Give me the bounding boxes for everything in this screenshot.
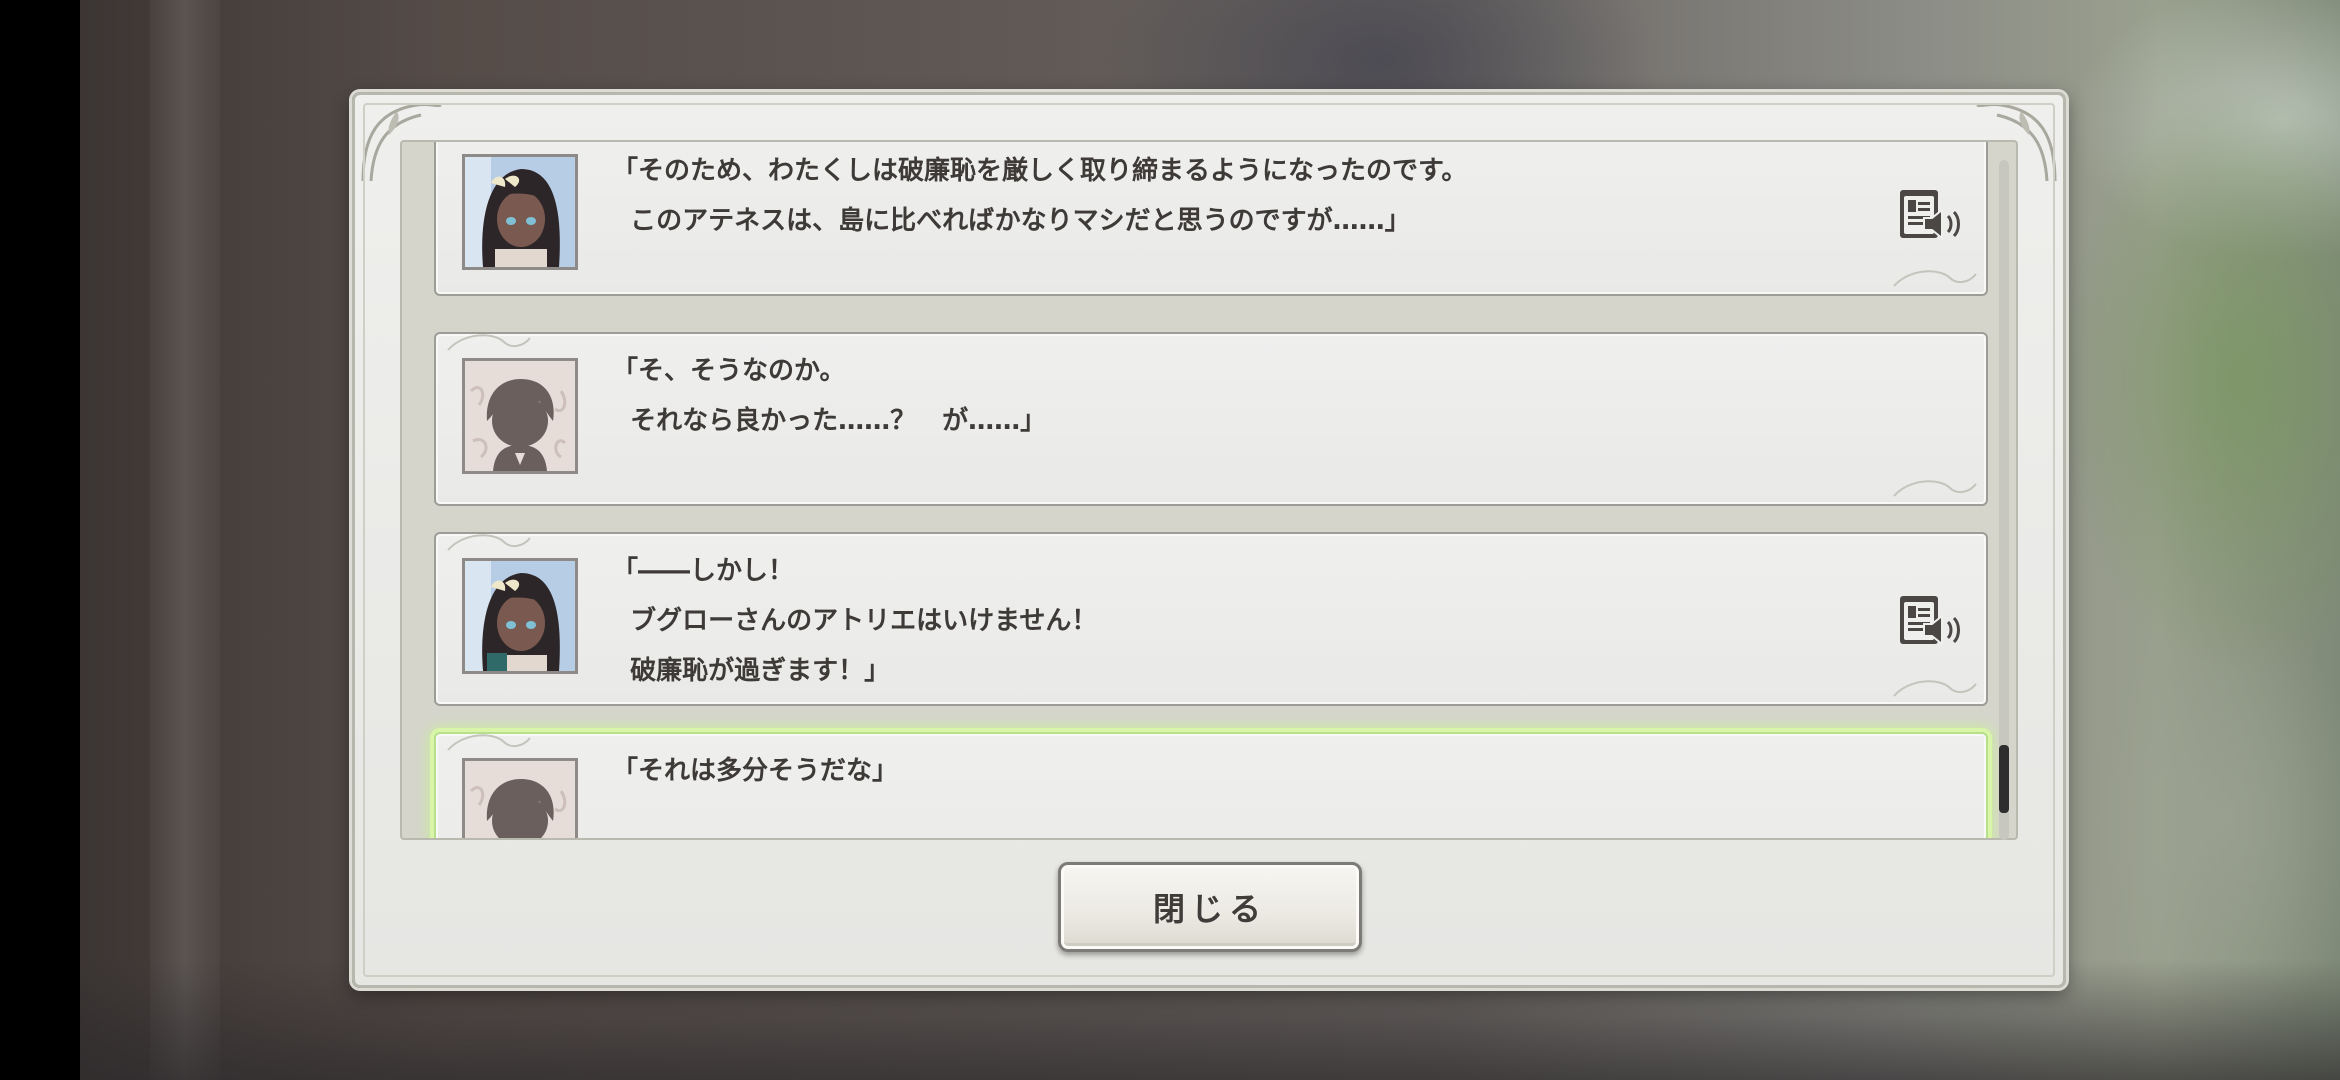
scrollbar-thumb[interactable] [1999,745,2009,813]
backlog-scrollbar[interactable] [1999,160,2009,840]
entry-line: 「そ、そうなのか。 [612,356,846,386]
entry-line: このアテネスは、島に比べればかなりマシだと思うのですが……」 [612,206,1411,236]
voice-replay-icon[interactable] [1896,592,1962,650]
backlog-entry-current[interactable]: 「それは多分そうだな」 [434,732,1988,838]
entry-text: 「――しかし！ ブグローさんのアトリエはいけません！ 破廉恥が過ぎます！」 [612,546,1786,696]
entry-flourish [1893,270,1977,287]
protagonist-silhouette-portrait [462,758,578,838]
entry-line: 「――しかし！ [612,556,795,586]
backlog-entry[interactable]: 「――しかし！ ブグローさんのアトリエはいけません！ 破廉恥が過ぎます！」 [434,532,1988,706]
heroine-portrait [462,558,578,674]
voice-replay-icon[interactable] [1896,186,1962,244]
entry-text: 「そのため、わたくしは破廉恥を厳しく取り締まるようになったのです。 このアテネス… [612,146,1786,246]
letterbox [0,0,80,1080]
close-button-label: 閉じる [1152,890,1267,928]
background-pillar [150,0,220,1080]
entry-flourish [447,534,531,551]
entry-text: 「それは多分そうだな」 [612,746,1786,796]
entry-line: それなら良かった……？ が……」 [612,406,1047,436]
close-button[interactable]: 閉じる [1058,862,1362,952]
entry-line: 「そのため、わたくしは破廉恥を厳しく取り締まるようになったのです。 [612,156,1468,186]
entry-flourish [447,334,531,351]
heroine-portrait [462,154,578,270]
entry-line: 「それは多分そうだな」 [612,756,899,786]
entry-flourish [447,734,531,751]
entry-flourish [1893,680,1977,697]
backlog-entry[interactable]: 「そのため、わたくしは破廉恥を厳しく取り締まるようになったのです。 このアテネス… [434,142,1988,296]
entry-text: 「そ、そうなのか。 それなら良かった……？ が……」 [612,346,1786,446]
entry-line: ブグローさんのアトリエはいけません！ [612,606,1098,636]
entry-flourish [1893,480,1977,497]
entry-line: 破廉恥が過ぎます！」 [612,656,891,686]
backlog-list[interactable]: 「そのため、わたくしは破廉恥を厳しく取り締まるようになったのです。 このアテネス… [400,140,2018,840]
backlog-entry[interactable]: 「そ、そうなのか。 それなら良かった……？ が……」 [434,332,1988,506]
protagonist-silhouette-portrait [462,358,578,474]
